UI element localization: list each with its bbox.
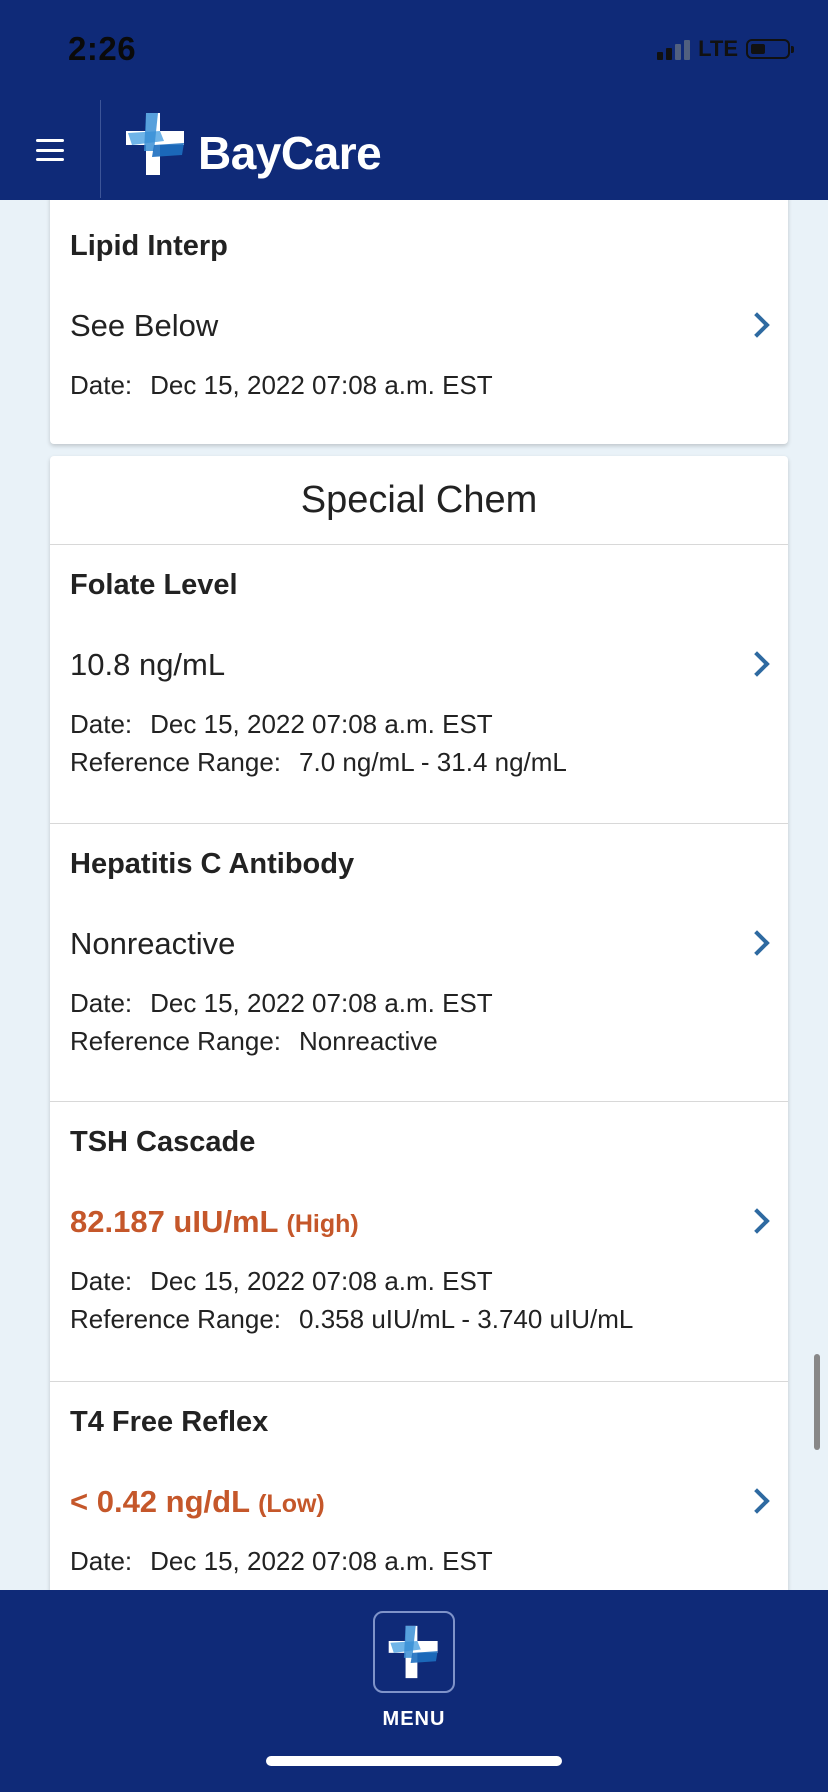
home-indicator[interactable]	[266, 1756, 562, 1766]
result-value: 10.8 ng/mL	[70, 647, 226, 682]
result-title: Lipid Interp	[70, 230, 228, 262]
chevron-right-icon[interactable]	[744, 930, 770, 956]
signal-icon	[657, 38, 691, 60]
menu-button[interactable]	[373, 1611, 455, 1693]
baycare-cross-logo	[126, 113, 184, 175]
section-title: Special Chem	[50, 456, 788, 545]
network-label: LTE	[698, 36, 738, 61]
result-title: Hepatitis C Antibody	[70, 848, 355, 880]
chevron-right-icon[interactable]	[744, 651, 770, 677]
result-value: Nonreactive	[70, 926, 236, 961]
result-value: See Below	[70, 308, 219, 343]
battery-icon	[746, 39, 794, 59]
result-title: TSH Cascade	[70, 1126, 256, 1158]
status-indicators: LTE	[657, 36, 794, 62]
result-date: Date: Dec 15, 2022 07:08 a.m. EST	[70, 370, 493, 400]
result-title: Folate Level	[70, 569, 238, 601]
chevron-right-icon[interactable]	[744, 1208, 770, 1234]
list-item[interactable]: Hepatitis C Antibody Nonreactive Date: De…	[50, 823, 788, 1101]
result-date: Date: Dec 15, 2022 07:08 a.m. EST	[70, 709, 493, 739]
header-divider	[100, 100, 101, 198]
reference-range: Reference Range: Nonreactive	[70, 1026, 438, 1056]
result-title: T4 Free Reflex	[70, 1406, 269, 1438]
list-item[interactable]: Lipid Interp See Below Date: Dec 15, 2022…	[50, 200, 788, 444]
list-item[interactable]: Folate Level 10.8 ng/mL Date: Dec 15, 202…	[50, 545, 788, 823]
hamburger-menu-icon[interactable]	[36, 139, 64, 161]
reference-range: Reference Range: 0.358 uIU/mL - 3.740 uIU…	[70, 1304, 634, 1334]
low-flag: (Low)	[258, 1490, 325, 1518]
result-card-lipid: Lipid Interp See Below Date: Dec 15, 2022…	[50, 200, 788, 444]
app-header: 2:26 LTE BayCare	[0, 0, 828, 200]
brand-name: BayCare	[198, 127, 382, 179]
result-card-special-chem: Special Chem Folate Level 10.8 ng/mL Dat…	[50, 456, 788, 1590]
status-time: 2:26	[68, 30, 137, 67]
scrollbar[interactable]	[814, 1354, 820, 1450]
result-date: Date: Dec 15, 2022 07:08 a.m. EST	[70, 1546, 493, 1576]
result-value-abnormal: 82.187 uIU/mL (High)	[70, 1204, 359, 1239]
menu-label[interactable]: MENU	[0, 1708, 828, 1731]
result-date: Date: Dec 15, 2022 07:08 a.m. EST	[70, 988, 493, 1018]
reference-range: Reference Range: 7.0 ng/mL - 31.4 ng/mL	[70, 747, 567, 777]
high-flag: (High)	[286, 1210, 359, 1238]
results-list[interactable]: Lipid Interp See Below Date: Dec 15, 2022…	[0, 200, 828, 1590]
chevron-right-icon[interactable]	[744, 1488, 770, 1514]
list-item[interactable]: T4 Free Reflex < 0.42 ng/dL (Low) Date: D…	[50, 1381, 788, 1590]
chevron-right-icon[interactable]	[744, 312, 770, 338]
result-date: Date: Dec 15, 2022 07:08 a.m. EST	[70, 1266, 493, 1296]
result-value-abnormal: < 0.42 ng/dL (Low)	[70, 1484, 325, 1519]
bottom-bar: MENU	[0, 1590, 828, 1792]
baycare-cross-icon	[388, 1625, 438, 1679]
list-item[interactable]: TSH Cascade 82.187 uIU/mL (High) Date: De…	[50, 1101, 788, 1381]
brand-logo[interactable]: BayCare	[124, 108, 382, 180]
